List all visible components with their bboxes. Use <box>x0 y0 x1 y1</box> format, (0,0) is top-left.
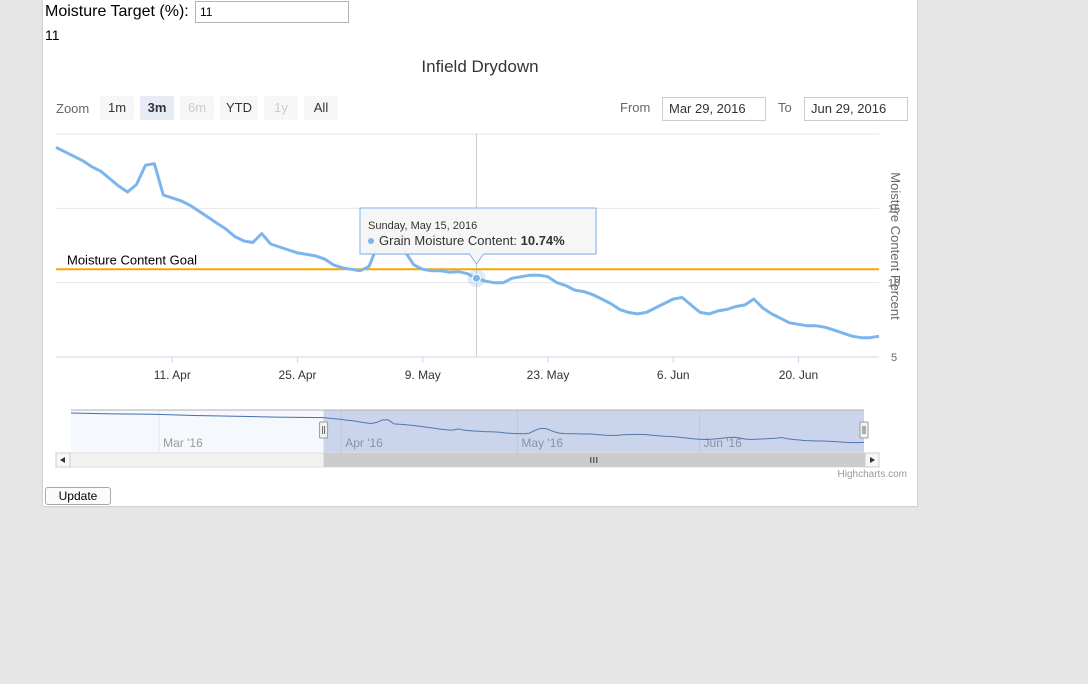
chart-svg: Infield DrydownZoom 1m 3m 6m YTD 1y All5101511… <box>55 57 903 468</box>
range-button-label: YTD <box>226 100 252 115</box>
x-tick-label: 11. Apr <box>154 368 191 382</box>
scrollbar-thumb[interactable] <box>323 453 879 467</box>
y-axis-title: Moisture Content Percent <box>888 172 903 320</box>
chart-panel: Moisture Target (%): 11 Infield DrydownZ… <box>43 0 917 506</box>
navigator-label: Mar '16 <box>163 436 203 450</box>
x-tick-label: 20. Jun <box>779 368 818 382</box>
zoom-label: Zoom <box>56 101 89 116</box>
range-to-label: To <box>778 100 792 115</box>
moisture-goal-label: Moisture Content Goal <box>67 252 197 267</box>
x-tick-label: 25. Apr <box>279 368 317 382</box>
tooltip-date: Sunday, May 15, 2016 <box>368 220 477 232</box>
hover-point[interactable] <box>471 273 481 283</box>
highcharts-credit[interactable]: Highcharts.com <box>838 469 907 480</box>
range-from-label: From <box>620 100 651 115</box>
range-button-label: 6m <box>188 100 206 115</box>
tooltip-series-dot <box>368 238 374 244</box>
range-button-label: 3m <box>148 100 167 115</box>
y-tick-label: 5 <box>891 352 897 364</box>
tooltip-series: Grain Moisture Content: 10.74% <box>379 233 565 248</box>
navigator-selection[interactable] <box>323 410 864 453</box>
navigator-handle-right[interactable] <box>859 421 869 439</box>
chart-title: Infield Drydown <box>421 57 538 76</box>
range-button-label: All <box>314 100 329 115</box>
range-to-input[interactable]: Jun 29, 2016 <box>804 97 908 121</box>
range-button-label: 1m <box>108 100 126 115</box>
x-tick-label: 6. Jun <box>657 368 690 382</box>
x-tick-label: 9. May <box>405 368 441 382</box>
range-from-input[interactable]: Mar 29, 2016 <box>662 97 766 121</box>
x-tick-label: 23. May <box>527 368 570 382</box>
update-button[interactable]: Update <box>45 487 111 505</box>
range-button-label: 1y <box>274 100 288 115</box>
navigator-handle-left[interactable] <box>319 421 329 439</box>
